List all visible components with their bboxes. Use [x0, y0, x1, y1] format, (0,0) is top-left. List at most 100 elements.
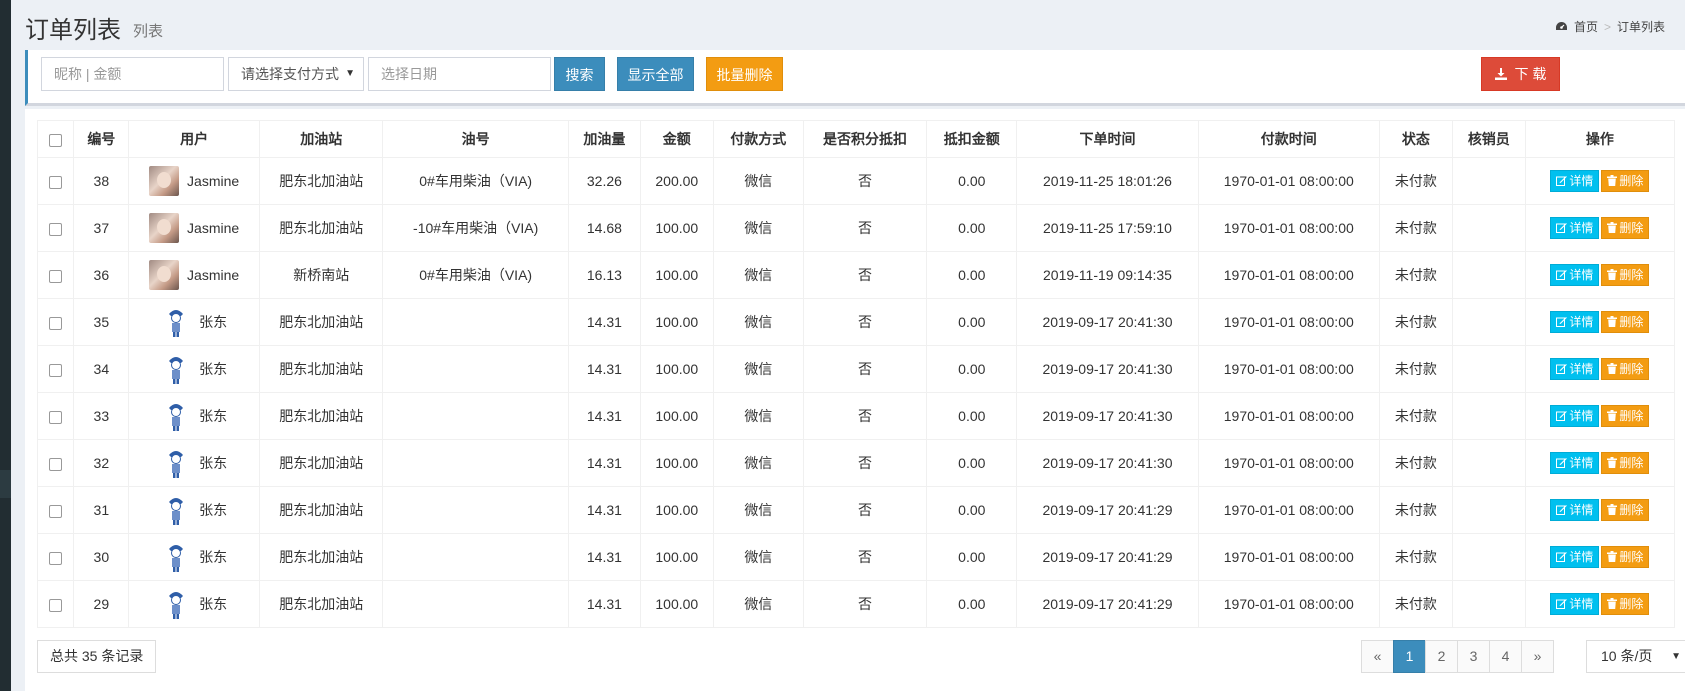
column-header: 是否积分抵扣 — [802, 120, 928, 158]
trash-icon — [1607, 504, 1618, 515]
row-checkbox[interactable] — [49, 457, 63, 471]
pay-method-select[interactable]: 请选择支付方式 ▼ — [228, 57, 364, 91]
edit-icon — [1556, 411, 1568, 421]
cell-pay: 微信 — [712, 345, 804, 393]
detail-button-label: 详情 — [1569, 456, 1594, 470]
detail-button[interactable]: 详情 — [1550, 593, 1600, 615]
cell-deduct: 0.00 — [926, 251, 1018, 299]
pagination-page[interactable]: 1 — [1393, 640, 1426, 673]
detail-button-label: 详情 — [1569, 268, 1594, 282]
cell-order-time: 2019-09-17 20:41:30 — [1016, 298, 1199, 346]
cell-verifier — [1451, 533, 1526, 581]
detail-button[interactable]: 详情 — [1550, 358, 1600, 380]
detail-button[interactable]: 详情 — [1550, 405, 1600, 427]
cell-station: 肥东北加油站 — [259, 298, 384, 346]
cell-id: 32 — [73, 439, 130, 487]
detail-button[interactable]: 详情 — [1550, 170, 1600, 192]
select-all-checkbox[interactable] — [49, 133, 63, 147]
batch-delete-button[interactable]: 批量删除 — [706, 57, 783, 91]
trash-icon — [1607, 551, 1618, 562]
row-checkbox[interactable] — [49, 504, 63, 518]
search-input[interactable]: 昵称 | 金额 — [41, 57, 224, 91]
row-checkbox[interactable] — [49, 363, 63, 377]
cell-pay-time: 1970-01-01 08:00:00 — [1197, 251, 1380, 299]
column-header: 下单时间 — [1016, 120, 1199, 158]
delete-button[interactable]: 删除 — [1601, 217, 1650, 239]
cell-oil: -10#车用柴油（VIA) — [382, 204, 569, 252]
column-header: 加油量 — [567, 120, 641, 158]
row-checkbox[interactable] — [49, 410, 63, 424]
breadcrumb-home-link[interactable]: 首页 — [1574, 18, 1598, 35]
search-button[interactable]: 搜索 — [554, 57, 605, 91]
delete-button[interactable]: 删除 — [1601, 170, 1650, 192]
trash-icon — [1607, 410, 1618, 421]
per-page-select[interactable]: 10 条/页 ▼ — [1586, 640, 1685, 673]
row-checkbox[interactable] — [49, 175, 63, 189]
pagination-page[interactable]: 3 — [1457, 640, 1490, 673]
cell-points: 否 — [802, 439, 928, 487]
actions-cell: 详情 删除 — [1524, 298, 1676, 346]
filter-toolbar: 昵称 | 金额 请选择支付方式 ▼ 选择日期 搜索 显示全部 批量删除 下 载 — [25, 50, 1685, 106]
detail-button[interactable]: 详情 — [1550, 264, 1600, 286]
download-icon — [1494, 68, 1507, 80]
edit-icon — [1556, 552, 1568, 562]
cell-pay-time: 1970-01-01 08:00:00 — [1197, 298, 1380, 346]
cell-id: 35 — [73, 298, 130, 346]
delete-button[interactable]: 删除 — [1601, 452, 1650, 474]
row-checkbox[interactable] — [49, 316, 63, 330]
table-row: 30 张东 肥东北加油站 14.31 100.00 微信否 0.00 2019-09-17 2… — [36, 533, 1676, 581]
row-checkbox[interactable] — [49, 598, 63, 612]
trash-icon — [1607, 598, 1618, 609]
delete-button[interactable]: 删除 — [1601, 311, 1650, 333]
cell-status: 未付款 — [1378, 251, 1453, 299]
total-records: 总共 35 条记录 — [37, 640, 157, 673]
cell-verifier — [1451, 251, 1526, 299]
cell-pay: 微信 — [712, 533, 804, 581]
row-select-cell — [36, 580, 75, 628]
trash-icon — [1607, 269, 1618, 280]
delete-button-label: 删除 — [1619, 456, 1644, 470]
pagination-page[interactable]: 4 — [1489, 640, 1522, 673]
column-header: 付款时间 — [1197, 120, 1380, 158]
row-checkbox[interactable] — [49, 551, 63, 565]
delete-button-label: 删除 — [1619, 409, 1644, 423]
user-name: 张东 — [199, 502, 228, 518]
delete-button[interactable]: 删除 — [1601, 405, 1650, 427]
show-all-button[interactable]: 显示全部 — [617, 57, 694, 91]
delete-button[interactable]: 删除 — [1601, 264, 1650, 286]
delete-button[interactable]: 删除 — [1601, 593, 1650, 615]
cell-verifier — [1451, 486, 1526, 534]
detail-button[interactable]: 详情 — [1550, 546, 1600, 568]
pagination-prev[interactable]: « — [1361, 640, 1394, 673]
row-select-cell — [36, 392, 75, 440]
cartoon-avatar-icon — [169, 498, 184, 525]
cell-status: 未付款 — [1378, 486, 1453, 534]
cell-pay-time: 1970-01-01 08:00:00 — [1197, 392, 1380, 440]
row-checkbox[interactable] — [49, 222, 63, 236]
delete-button-label: 删除 — [1619, 597, 1644, 611]
download-button[interactable]: 下 载 — [1481, 57, 1560, 91]
delete-button-label: 删除 — [1619, 174, 1644, 188]
detail-button[interactable]: 详情 — [1550, 311, 1600, 333]
detail-button-label: 详情 — [1569, 409, 1594, 423]
detail-button[interactable]: 详情 — [1550, 452, 1600, 474]
detail-button[interactable]: 详情 — [1550, 499, 1600, 521]
user-cell: 张东 — [128, 345, 261, 393]
edit-icon — [1556, 317, 1568, 327]
pagination-page[interactable]: 2 — [1425, 640, 1458, 673]
detail-button[interactable]: 详情 — [1550, 217, 1600, 239]
delete-button[interactable]: 删除 — [1601, 358, 1650, 380]
detail-button-label: 详情 — [1569, 174, 1594, 188]
delete-button[interactable]: 删除 — [1601, 546, 1650, 568]
cell-id: 34 — [73, 345, 130, 393]
orders-panel: 编号 用户 加油站 油号 加油量 金额 付款方式 是否积分抵扣 抵扣金额 下单时间 付款时间 状态 核销… — [25, 109, 1685, 691]
cell-station: 肥东北加油站 — [259, 392, 384, 440]
delete-button[interactable]: 删除 — [1601, 499, 1650, 521]
row-checkbox[interactable] — [49, 269, 63, 283]
column-header: 操作 — [1524, 120, 1676, 158]
date-input[interactable]: 选择日期 — [368, 57, 551, 91]
pagination-next[interactable]: » — [1521, 640, 1554, 673]
detail-button-label: 详情 — [1569, 315, 1594, 329]
cell-pay: 微信 — [712, 204, 804, 252]
cell-status: 未付款 — [1378, 439, 1453, 487]
